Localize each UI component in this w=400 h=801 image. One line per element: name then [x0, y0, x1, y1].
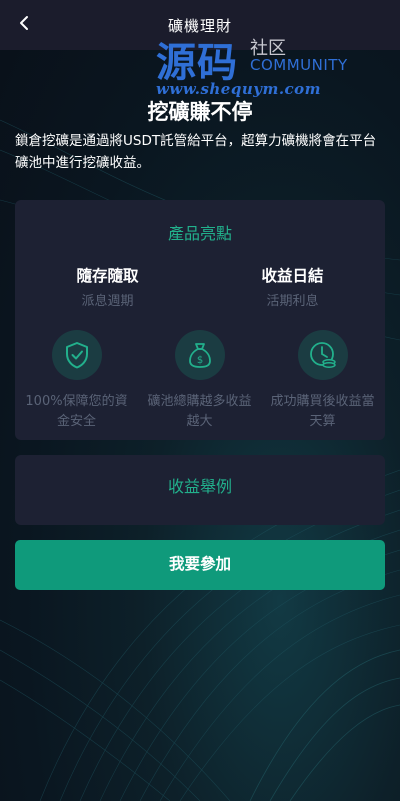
coin-clock-icon — [297, 330, 348, 380]
feature-text: 100%保障您的資金安全 — [25, 394, 128, 429]
column-subtitle: 活期利息 — [266, 294, 319, 309]
highlights-title: 產品亮點 — [167, 224, 232, 243]
column-title: 隨存隨取 — [76, 267, 139, 285]
join-button[interactable]: 我要參加 — [15, 540, 385, 590]
feature-item: 成功購買後收益當天算 — [261, 330, 384, 432]
svg-text:$: $ — [196, 355, 202, 366]
hero-description: 鎖倉挖礦是通過將USDT託管給平台，超算力礦機將會在平台礦池中進行挖礦收益。 — [15, 133, 377, 171]
shield-check-icon — [51, 330, 102, 380]
feature-item: $ 礦池總購越多收益越大 — [138, 330, 261, 432]
highlight-column-settlement: 收益日結 活期利息 — [200, 264, 385, 309]
example-card[interactable]: 收益舉例 — [15, 455, 385, 525]
highlight-column-deposit: 隨存隨取 派息週期 — [15, 264, 200, 309]
example-title: 收益舉例 — [167, 477, 232, 496]
highlight-columns: 隨存隨取 派息週期 收益日結 活期利息 — [15, 264, 385, 309]
money-bag-icon: $ — [174, 330, 225, 380]
column-title: 收益日結 — [261, 267, 324, 285]
column-subtitle: 派息週期 — [81, 294, 134, 309]
feature-item: 100%保障您的資金安全 — [15, 330, 138, 432]
watermark-community-text: COMMUNITY — [250, 56, 348, 74]
highlights-card: 產品亮點 隨存隨取 派息週期 收益日結 活期利息 100%保障您的資金安全 $ … — [15, 200, 385, 440]
watermark-logo: 源码 社区 COMMUNITY www.shequym.com — [150, 30, 365, 105]
feature-list: 100%保障您的資金安全 $ 礦池總購越多收益越大 成功購買後收益當天算 — [15, 330, 385, 432]
feature-text: 礦池總購越多收益越大 — [147, 394, 252, 429]
feature-text: 成功購買後收益當天算 — [270, 394, 375, 429]
watermark-url: www.shequym.com — [156, 80, 322, 98]
